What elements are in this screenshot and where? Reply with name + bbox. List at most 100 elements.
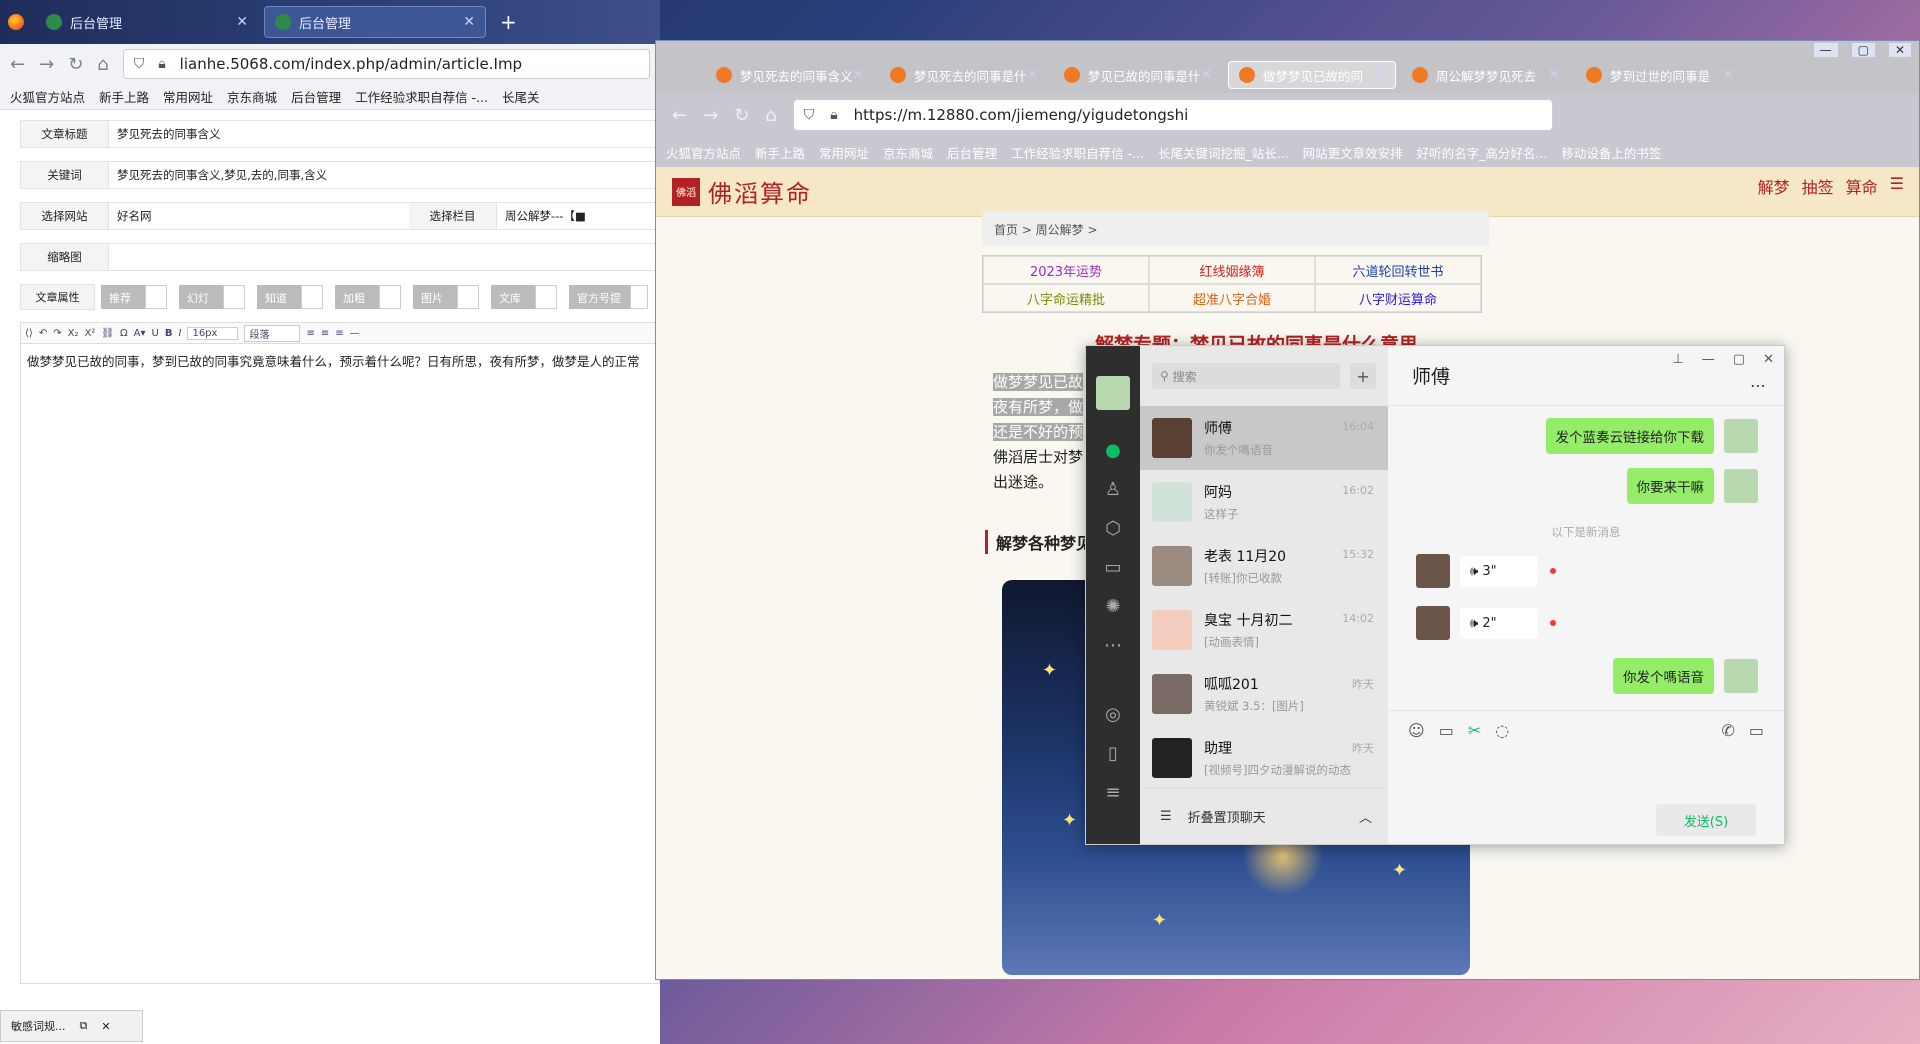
site-select[interactable]: 好名网 — [109, 203, 409, 229]
chat-list-item[interactable]: 师傅 你发个嗎语音 16:04 — [1140, 406, 1388, 470]
search-input[interactable]: ⚲ 搜索 — [1152, 363, 1340, 389]
site-logo[interactable]: 佛滔 — [672, 177, 700, 206]
tab[interactable]: 梦到过世的同事是 ✕ — [1576, 61, 1744, 89]
mini-program-icon[interactable]: ◎ — [1105, 704, 1121, 725]
source-icon[interactable]: ⟨⟩ — [25, 328, 33, 339]
tab[interactable]: 梦见死去的同事是什 ✕ — [880, 61, 1048, 89]
voice-call-icon[interactable]: ✆ — [1721, 721, 1734, 740]
send-button[interactable]: 发送(S) — [1656, 804, 1756, 836]
back-icon[interactable]: ← — [672, 105, 687, 126]
keywords-input[interactable]: 梦见死去的同事含义,梦见,去的,同事,含义 — [109, 162, 659, 188]
bookmark-item[interactable]: 京东商城 — [883, 143, 933, 162]
close-icon[interactable]: ✕ — [101, 1020, 110, 1033]
bookmark-item[interactable]: 移动设备上的书签 — [1561, 143, 1661, 162]
minimize-icon[interactable]: — — [1702, 352, 1715, 367]
special-char-icon[interactable]: Ω — [120, 328, 128, 339]
reload-icon[interactable]: ↻ — [68, 54, 83, 75]
pin-icon[interactable]: ⧉ — [80, 1019, 88, 1033]
chat-list-item[interactable]: 阿妈 这样子 16:02 — [1140, 470, 1388, 534]
paragraph-select[interactable]: 段落 — [244, 324, 301, 342]
chat-icon[interactable]: ● — [1105, 440, 1121, 461]
align-left-icon[interactable]: ≡ — [306, 328, 314, 339]
message-bubble[interactable]: 你发个嗎语音 — [1613, 658, 1714, 694]
home-icon[interactable]: ⌂ — [765, 105, 776, 126]
attr-toggle[interactable]: 官方号提交 — [569, 285, 648, 321]
screenshot-icon[interactable]: ✂ — [1468, 721, 1481, 740]
site-name[interactable]: 佛滔算命 — [708, 174, 812, 209]
attr-toggle[interactable]: 图片 — [413, 285, 480, 309]
chat-list-item[interactable]: 臭宝 十月初二 [动画表情] 14:02 — [1140, 598, 1388, 662]
title-input[interactable]: 梦见死去的同事含义 — [109, 121, 659, 147]
tab-admin-2[interactable]: 后台管理 ✕ — [264, 6, 486, 38]
tab[interactable]: 梦见死去的同事含义 ✕ — [706, 61, 874, 89]
voice-message[interactable]: 🕪︎ 3" — [1460, 555, 1538, 587]
underline-icon[interactable]: U — [152, 328, 159, 339]
bookmark-item[interactable]: 长尾关键词挖掘_站长... — [1158, 143, 1289, 162]
bookmark-item[interactable]: 常用网址 — [819, 143, 869, 162]
more-icon[interactable]: ⋯ — [1750, 376, 1766, 395]
bookmark-item[interactable]: 常用网址 — [163, 87, 213, 106]
font-color-icon[interactable]: A▾ — [134, 328, 146, 339]
notification-popup[interactable]: 敏感词规... ⧉ ✕ — [0, 1010, 143, 1042]
bookmark-item[interactable]: 新手上路 — [755, 143, 805, 162]
close-tab-icon[interactable]: ✕ — [1548, 67, 1560, 83]
new-tab-button[interactable]: + — [500, 10, 517, 34]
minimize-icon[interactable]: — — [1813, 43, 1838, 57]
bookmark-item[interactable]: 京东商城 — [227, 87, 277, 106]
address-bar[interactable]: ⛉ 🔒︎ https://m.12880.com/jiemeng/yigudet… — [792, 99, 1553, 131]
attr-toggle[interactable]: 幻灯 — [179, 285, 246, 309]
phone-icon[interactable]: ▯ — [1108, 743, 1118, 764]
forward-icon[interactable]: → — [39, 54, 54, 75]
align-right-icon[interactable]: ≡ — [335, 328, 343, 339]
align-center-icon[interactable]: ≡ — [321, 328, 329, 339]
close-tab-icon[interactable]: ✕ — [1722, 67, 1734, 83]
bold-icon[interactable]: B — [165, 328, 173, 339]
attr-toggle[interactable]: 知道 — [257, 285, 324, 309]
bookmark-item[interactable]: 后台管理 — [291, 87, 341, 106]
pin-icon[interactable]: ⊥ — [1672, 352, 1683, 367]
message-bubble[interactable]: 发个蓝奏云链接给你下载 — [1545, 418, 1714, 454]
close-tab-icon[interactable]: ✕ — [236, 14, 248, 30]
bookmark-item[interactable]: 网站更文章效安排 — [1303, 143, 1403, 162]
chat-list-item[interactable]: 助理 [视频号]四夕动漫解说的动态 昨天 — [1140, 726, 1388, 790]
chat-history-icon[interactable]: ◌ — [1495, 721, 1509, 740]
emoji-icon[interactable]: ☺ — [1408, 721, 1425, 740]
maximize-icon[interactable]: ▢ — [1851, 43, 1875, 57]
chat-list-item[interactable]: 老表 11月20 [转账]你已收款 15:32 — [1140, 534, 1388, 598]
folder-icon[interactable]: ▭ — [1104, 557, 1121, 578]
close-tab-icon[interactable]: ✕ — [1026, 67, 1038, 83]
close-icon[interactable]: ✕ — [1763, 352, 1774, 367]
bookmark-item[interactable]: 新手上路 — [99, 87, 149, 106]
bookmark-item[interactable]: 火狐官方站点 — [666, 143, 741, 162]
bookmark-item[interactable]: 长尾关 — [502, 87, 540, 106]
hr-icon[interactable]: — — [350, 328, 360, 339]
settings-menu-icon[interactable]: ≡ — [1105, 782, 1120, 803]
close-tab-icon[interactable]: ✕ — [463, 14, 475, 30]
back-icon[interactable]: ← — [10, 54, 25, 75]
bookmark-item[interactable]: 后台管理 — [947, 143, 997, 162]
close-tab-icon[interactable]: ✕ — [852, 67, 864, 83]
close-tab-icon[interactable]: ✕ — [1373, 67, 1385, 83]
address-bar[interactable]: ⛉ 🔒︎ lianhe.5068.com/index.php/admin/art… — [122, 49, 650, 79]
maximize-icon[interactable]: ▢ — [1733, 352, 1745, 367]
italic-icon[interactable]: I — [179, 328, 182, 339]
editor-content[interactable]: 做梦梦见已故的同事，梦到已故的同事究竟意味着什么，预示着什么呢？日有所思，夜有所… — [20, 344, 660, 984]
more-icon[interactable]: ⋯ — [1104, 635, 1122, 656]
superscript-icon[interactable]: X² — [84, 328, 95, 339]
add-button[interactable]: + — [1350, 363, 1376, 389]
attr-toggle[interactable]: 文库 — [491, 285, 558, 309]
moments-icon[interactable]: ✺ — [1105, 596, 1120, 617]
attr-toggle[interactable]: 推荐 — [101, 285, 168, 309]
column-select[interactable]: 周公解梦---【■ — [497, 203, 659, 229]
home-icon[interactable]: ⌂ — [97, 54, 108, 75]
tab[interactable]: 周公解梦梦见死去 ✕ — [1402, 61, 1570, 89]
bookmark-item[interactable]: 好听的名字_高分好名... — [1417, 143, 1548, 162]
close-icon[interactable]: ✕ — [1888, 43, 1911, 57]
redo-icon[interactable]: ↷ — [53, 328, 61, 339]
thumbnail-input[interactable] — [109, 244, 659, 270]
video-call-icon[interactable]: ▭ — [1749, 721, 1764, 740]
bookmark-item[interactable]: 工作经验求职自荐信 -... — [1011, 143, 1144, 162]
tab[interactable]: 梦见已故的同事是什 ✕ — [1054, 61, 1222, 89]
link-icon[interactable]: ⛓ — [101, 328, 114, 339]
subscript-icon[interactable]: X₂ — [68, 328, 79, 339]
